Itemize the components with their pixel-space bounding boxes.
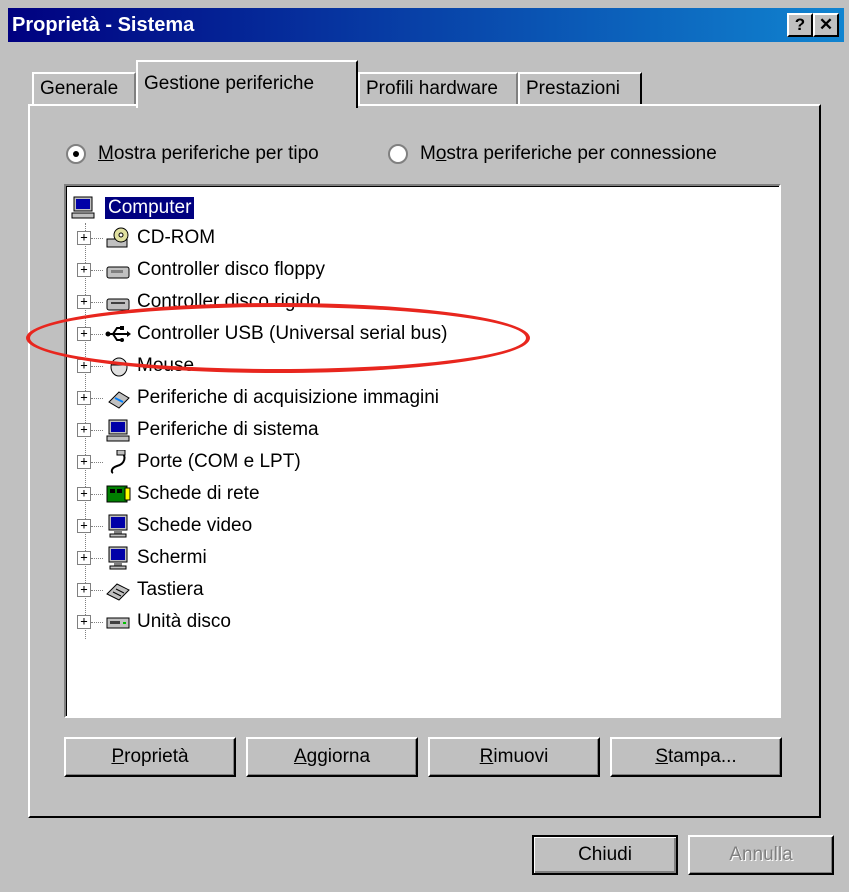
- network-card-icon: [106, 485, 131, 503]
- refresh-button[interactable]: Aggiorna: [246, 737, 418, 777]
- print-button[interactable]: Stampa...: [610, 737, 782, 777]
- tree-item[interactable]: + Tastiera: [77, 575, 204, 605]
- expand-plus-icon[interactable]: +: [77, 423, 91, 437]
- tree-item[interactable]: + Periferiche di sistema: [77, 415, 319, 445]
- tree-item-label: Tastiera: [137, 579, 204, 600]
- tree-item-label: Porte (COM e LPT): [137, 451, 301, 472]
- cdrom-icon: [106, 227, 129, 248]
- system-properties-window: Proprietà - Sistema ? ✕ Generale Gestion…: [0, 0, 849, 892]
- computer-icon: [71, 196, 95, 219]
- tab-gestione-periferiche[interactable]: Gestione periferiche: [136, 60, 358, 108]
- radio-by-type-label: Mostra periferiche per tipo: [98, 143, 319, 164]
- expand-plus-icon[interactable]: +: [77, 519, 91, 533]
- tree-item-label: Schede video: [137, 515, 253, 536]
- tree-connector: [91, 397, 103, 399]
- tree-item[interactable]: + Porte (COM e LPT): [77, 447, 301, 477]
- close-window-button[interactable]: ✕: [813, 13, 839, 37]
- highlight-ellipse: [26, 303, 530, 373]
- tree-connector: [91, 237, 103, 239]
- tab-profili-hardware[interactable]: Profili hardware: [358, 72, 518, 106]
- tree-item[interactable]: + CD-ROM: [77, 223, 215, 253]
- tree-item-label: Unità disco: [137, 611, 231, 632]
- tab-generale[interactable]: Generale: [32, 72, 136, 106]
- tree-connector: [91, 429, 103, 431]
- expand-plus-icon[interactable]: +: [77, 391, 91, 405]
- disk-drive-icon: [106, 617, 130, 629]
- display-adapter-icon: [108, 514, 128, 538]
- tree-item-label: Controller disco floppy: [137, 259, 325, 280]
- help-button[interactable]: ?: [787, 13, 813, 37]
- radio-button-checked[interactable]: [66, 144, 86, 164]
- tree-connector: [91, 493, 103, 495]
- system-devices-icon: [106, 419, 130, 442]
- tree-item-label: Schermi: [137, 547, 207, 568]
- tree-item[interactable]: + Controller disco floppy: [77, 255, 325, 285]
- radio-button-unchecked[interactable]: [388, 144, 408, 164]
- expand-plus-icon[interactable]: +: [77, 263, 91, 277]
- radio-by-type[interactable]: Mostra periferiche per tipo: [66, 140, 319, 168]
- remove-button[interactable]: Rimuovi: [428, 737, 600, 777]
- tree-item-label: CD-ROM: [137, 227, 216, 248]
- monitor-icon: [108, 546, 128, 570]
- tree-connector: [91, 461, 103, 463]
- properties-button[interactable]: Proprietà: [64, 737, 236, 777]
- tree-item[interactable]: + Periferiche di acquisizione immagini: [77, 383, 439, 413]
- tree-connector: [91, 525, 103, 527]
- expand-plus-icon[interactable]: +: [77, 487, 91, 501]
- close-button[interactable]: Chiudi: [532, 835, 678, 875]
- scanner-icon: [108, 391, 130, 409]
- expand-plus-icon[interactable]: +: [77, 551, 91, 565]
- floppy-controller-icon: [106, 266, 130, 279]
- expand-plus-icon[interactable]: +: [77, 231, 91, 245]
- expand-plus-icon[interactable]: +: [77, 583, 91, 597]
- tree-root-computer[interactable]: Computer: [71, 193, 196, 223]
- tree-connector: [91, 621, 103, 623]
- radio-by-connection[interactable]: Mostra periferiche per connessione: [388, 140, 717, 168]
- tree-item[interactable]: + Unità disco: [77, 607, 231, 637]
- title-bar[interactable]: Proprietà - Sistema ? ✕: [8, 8, 844, 42]
- radio-by-connection-label: Mostra periferiche per connessione: [420, 143, 717, 164]
- tab-prestazioni[interactable]: Prestazioni: [518, 72, 642, 106]
- tree-root-label: Computer: [103, 196, 196, 220]
- device-tree[interactable]: Computer + CD-ROM + Controller disco floppy…: [64, 184, 781, 718]
- tree-connector: [91, 589, 103, 591]
- tree-item[interactable]: + Schede video: [77, 511, 252, 541]
- port-icon: [110, 450, 126, 474]
- tree-item-label: Periferiche di sistema: [137, 419, 319, 440]
- window-title: Proprietà - Sistema: [12, 14, 195, 36]
- tree-item[interactable]: + Schede di rete: [77, 479, 260, 509]
- tree-connector: [91, 557, 103, 559]
- expand-plus-icon[interactable]: +: [77, 295, 91, 309]
- tree-item-label: Schede di rete: [137, 483, 260, 504]
- tree-item-label: Periferiche di acquisizione immagini: [137, 387, 440, 408]
- keyboard-icon: [106, 583, 130, 601]
- tree-connector: [91, 269, 103, 271]
- tree-item[interactable]: + Schermi: [77, 543, 207, 573]
- tree-connector: [91, 301, 103, 303]
- cancel-button[interactable]: Annulla: [688, 835, 834, 875]
- tree-connector: [91, 365, 103, 367]
- expand-plus-icon[interactable]: +: [77, 615, 91, 629]
- expand-plus-icon[interactable]: +: [77, 455, 91, 469]
